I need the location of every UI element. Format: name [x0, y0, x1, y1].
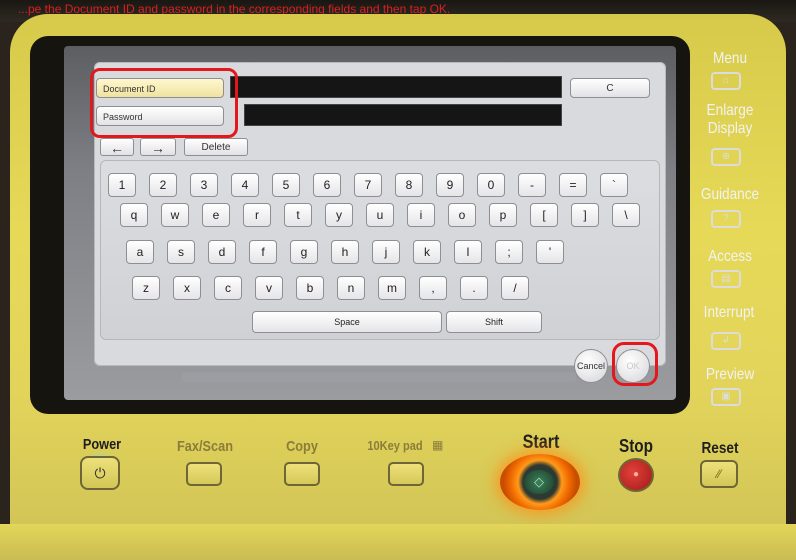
- key-row2[interactable]: u: [366, 203, 394, 227]
- clear-button[interactable]: C: [570, 78, 650, 98]
- tenkey-label: 10Key pad: [367, 438, 423, 453]
- key-row3[interactable]: j: [372, 240, 400, 264]
- key-row2[interactable]: [: [530, 203, 558, 227]
- fax-scan-label: Fax/Scan: [177, 438, 233, 455]
- shift-key[interactable]: Shift: [446, 311, 542, 333]
- key-row4[interactable]: b: [296, 276, 324, 300]
- stop-label: Stop: [619, 436, 653, 456]
- delete-button[interactable]: Delete: [184, 138, 248, 156]
- enlarge-label: Enlarge: [706, 102, 754, 119]
- fax-scan-button[interactable]: [186, 462, 222, 486]
- access-label: Access: [708, 248, 752, 265]
- document-id-field[interactable]: [230, 76, 562, 98]
- key-row2[interactable]: q: [120, 203, 148, 227]
- key-row2[interactable]: t: [284, 203, 312, 227]
- key-row4[interactable]: ,: [419, 276, 447, 300]
- preview-label: Preview: [705, 366, 755, 383]
- key-row1[interactable]: 7: [354, 173, 382, 197]
- reset-icon: ⁄⁄: [716, 467, 721, 481]
- key-row1[interactable]: 6: [313, 173, 341, 197]
- key-row2[interactable]: e: [202, 203, 230, 227]
- key-row1[interactable]: 9: [436, 173, 464, 197]
- power-button[interactable]: ⏻: [80, 456, 120, 490]
- interrupt-icon: ↲: [721, 335, 731, 346]
- key-row3[interactable]: ': [536, 240, 564, 264]
- key-row2[interactable]: o: [448, 203, 476, 227]
- id-password-highlight: [90, 68, 238, 138]
- key-row1[interactable]: 4: [231, 173, 259, 197]
- guidance-button[interactable]: ?: [711, 210, 741, 228]
- cursor-right-button[interactable]: →: [140, 138, 176, 156]
- display-label: Display: [707, 120, 753, 137]
- keypad-icon: ▦: [432, 438, 444, 452]
- panel-bottom-edge: [0, 524, 796, 560]
- key-row2[interactable]: r: [243, 203, 271, 227]
- key-row1[interactable]: =: [559, 173, 587, 197]
- key-row3[interactable]: ;: [495, 240, 523, 264]
- stop-icon: ●: [632, 469, 640, 480]
- reset-label: Reset: [701, 440, 739, 457]
- key-row2[interactable]: \: [612, 203, 640, 227]
- preview-button[interactable]: ▣: [711, 388, 741, 406]
- key-row1[interactable]: 0: [477, 173, 505, 197]
- key-row3[interactable]: d: [208, 240, 236, 264]
- key-row4[interactable]: m: [378, 276, 406, 300]
- start-icon: ◇: [524, 470, 554, 494]
- interrupt-label: Interrupt: [703, 304, 755, 321]
- stop-button[interactable]: ●: [618, 458, 654, 492]
- access-button[interactable]: ▤: [711, 270, 741, 288]
- key-row4[interactable]: n: [337, 276, 365, 300]
- key-row4[interactable]: x: [173, 276, 201, 300]
- password-field[interactable]: [244, 104, 562, 126]
- question-icon: ?: [723, 213, 729, 224]
- copy-button[interactable]: [284, 462, 320, 486]
- horizontal-scrollbar[interactable]: [182, 372, 576, 382]
- tenkey-button[interactable]: [388, 462, 424, 486]
- cancel-button[interactable]: Cancel: [574, 349, 608, 383]
- access-icon: ▤: [721, 273, 731, 284]
- ok-highlight: [612, 342, 658, 386]
- key-row1[interactable]: 2: [149, 173, 177, 197]
- home-icon: ⌂: [722, 75, 730, 86]
- key-row2[interactable]: w: [161, 203, 189, 227]
- reset-button[interactable]: ⁄⁄: [700, 460, 738, 488]
- preview-icon: ▣: [721, 391, 731, 402]
- key-row3[interactable]: h: [331, 240, 359, 264]
- key-row3[interactable]: k: [413, 240, 441, 264]
- zoom-icon: ⊕: [721, 151, 731, 162]
- guidance-label: Guidance: [700, 186, 760, 203]
- home-button[interactable]: ⌂: [711, 72, 741, 90]
- key-row3[interactable]: l: [454, 240, 482, 264]
- copy-label: Copy: [286, 438, 318, 455]
- key-row3[interactable]: a: [126, 240, 154, 264]
- key-row3[interactable]: f: [249, 240, 277, 264]
- key-row4[interactable]: z: [132, 276, 160, 300]
- power-icon: ⏻: [94, 465, 106, 481]
- power-label: Power: [82, 436, 122, 453]
- key-row1[interactable]: 3: [190, 173, 218, 197]
- cursor-left-button[interactable]: ←: [100, 138, 134, 156]
- key-row4[interactable]: v: [255, 276, 283, 300]
- key-row1[interactable]: 1: [108, 173, 136, 197]
- key-row3[interactable]: s: [167, 240, 195, 264]
- key-row1[interactable]: `: [600, 173, 628, 197]
- key-row1[interactable]: 8: [395, 173, 423, 197]
- key-row2[interactable]: i: [407, 203, 435, 227]
- interrupt-button[interactable]: ↲: [711, 332, 741, 350]
- key-row2[interactable]: y: [325, 203, 353, 227]
- key-row1[interactable]: 5: [272, 173, 300, 197]
- start-label: Start: [522, 432, 560, 453]
- key-row2[interactable]: ]: [571, 203, 599, 227]
- enlarge-display-button[interactable]: ⊕: [711, 148, 741, 166]
- key-row4[interactable]: c: [214, 276, 242, 300]
- key-row1[interactable]: -: [518, 173, 546, 197]
- space-key[interactable]: Space: [252, 311, 442, 333]
- key-row4[interactable]: /: [501, 276, 529, 300]
- key-row4[interactable]: .: [460, 276, 488, 300]
- key-row2[interactable]: p: [489, 203, 517, 227]
- menu-label: Menu: [712, 50, 748, 67]
- key-row3[interactable]: g: [290, 240, 318, 264]
